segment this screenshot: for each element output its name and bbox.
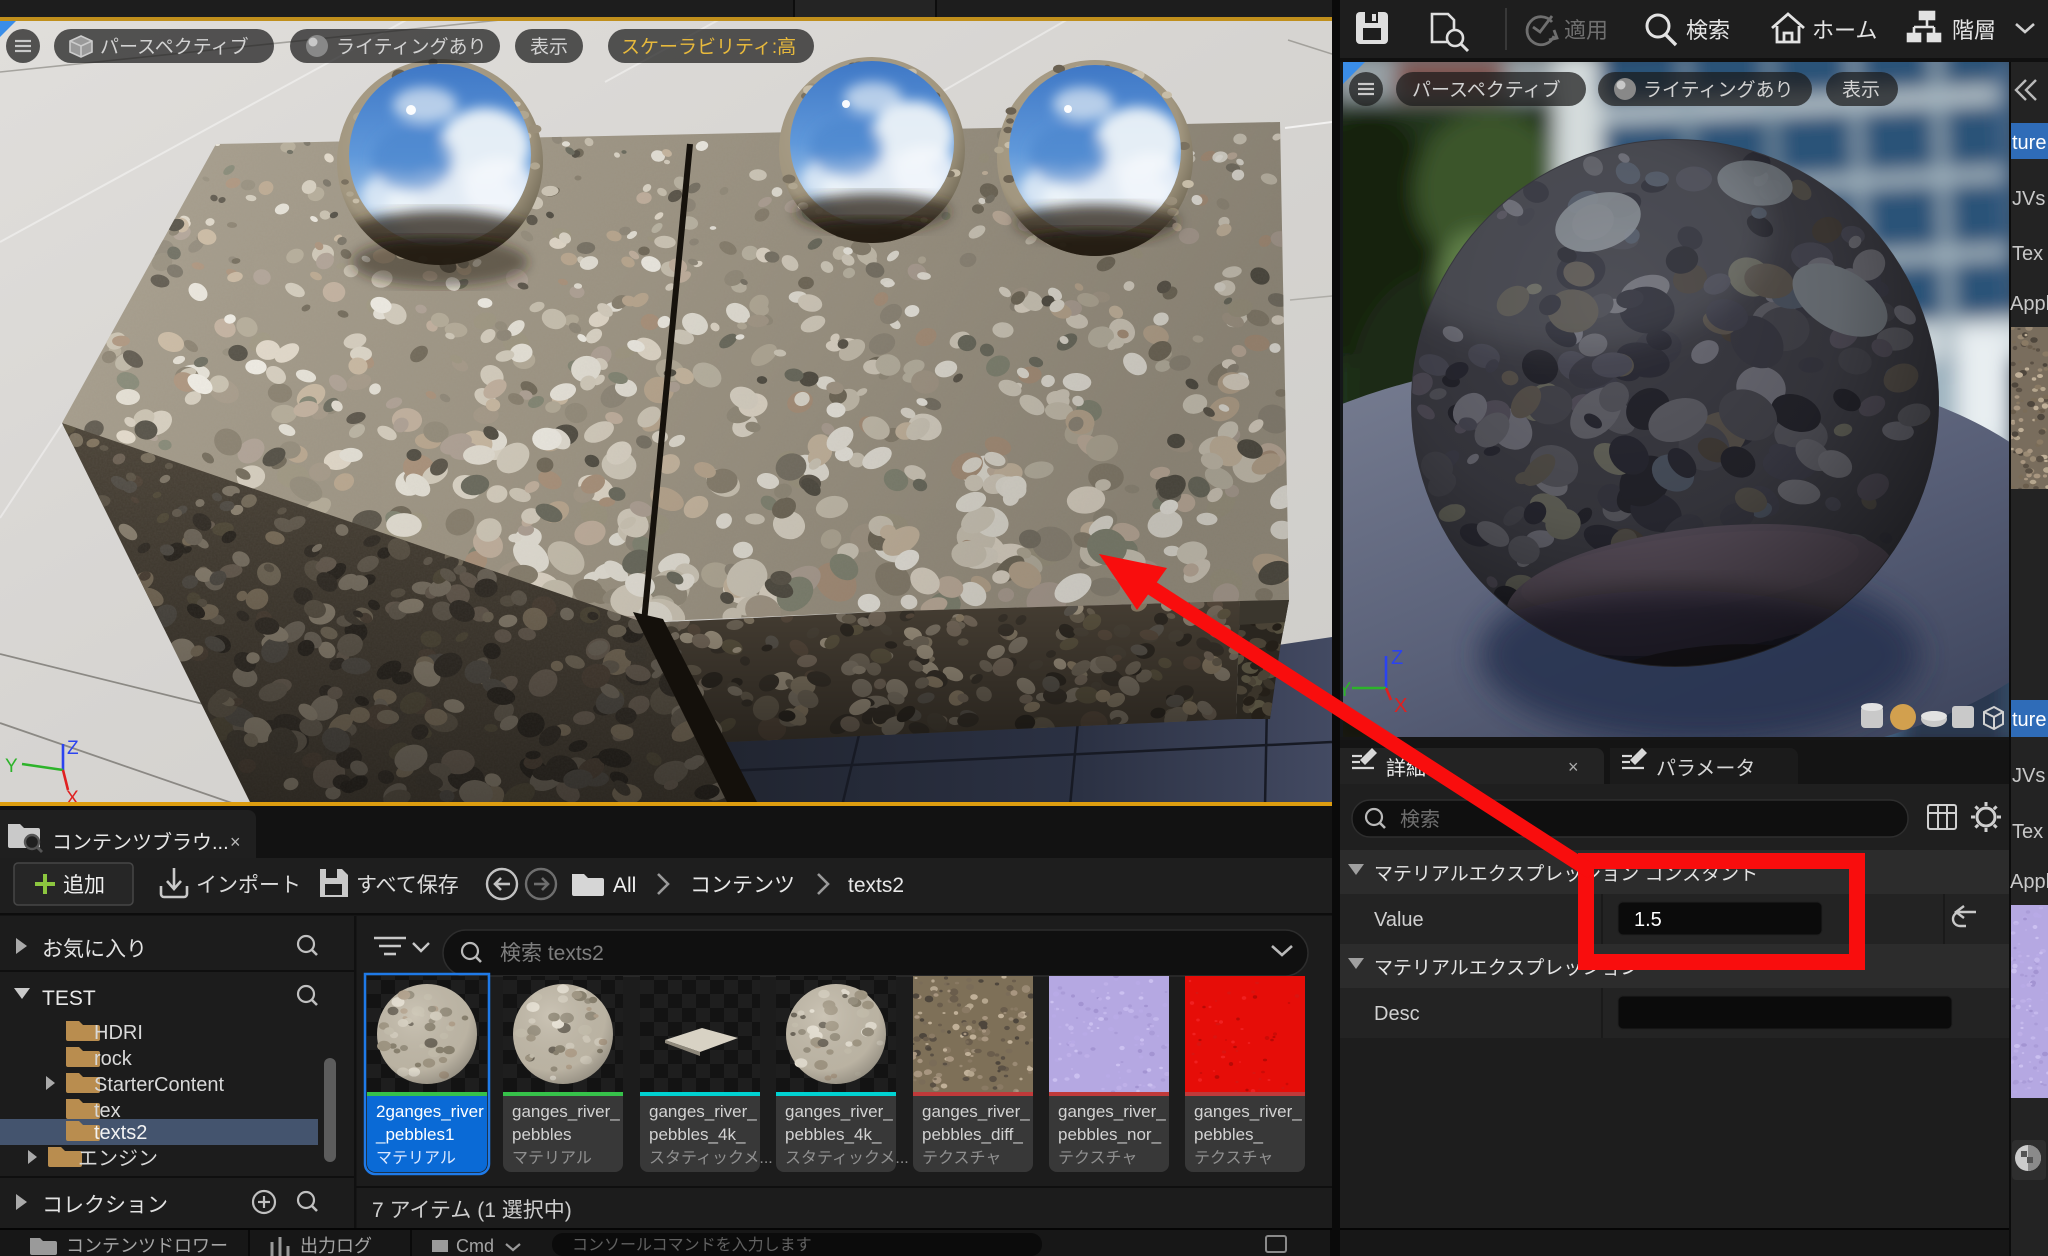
svg-text:X: X	[1394, 695, 1407, 717]
svg-text:追加: 追加	[63, 874, 105, 897]
svg-text:pebbles_4k_: pebbles_4k_	[785, 1125, 882, 1144]
svg-text:ture: ture	[2012, 132, 2046, 154]
svg-text:rock: rock	[94, 1048, 133, 1070]
svg-text:検索: 検索	[1400, 808, 1440, 831]
svg-text:All: All	[613, 874, 636, 897]
svg-text:ganges_river_: ganges_river_	[1058, 1102, 1166, 1121]
svg-text:すべて保存: すべて保存	[356, 874, 459, 897]
svg-text:適用: 適用	[1564, 18, 1608, 43]
svg-text:検索: 検索	[1686, 18, 1730, 43]
svg-text:テクスチャ: テクスチャ	[1058, 1149, 1137, 1167]
svg-text:ganges_river_: ganges_river_	[649, 1102, 757, 1121]
svg-text:ganges_river_: ganges_river_	[512, 1102, 620, 1121]
svg-text:_pebbles1: _pebbles1	[375, 1125, 454, 1144]
svg-text:コンテンツドロワー: コンテンツドロワー	[66, 1236, 228, 1256]
svg-text:pebbles_4k_: pebbles_4k_	[649, 1125, 746, 1144]
svg-text:マテリアル: マテリアル	[512, 1150, 592, 1167]
svg-text:pebbles_diff_: pebbles_diff_	[922, 1125, 1023, 1144]
svg-text:パラメータ: パラメータ	[1656, 757, 1755, 780]
svg-text:ture: ture	[2012, 709, 2046, 731]
svg-text:パースペクティブ: パースペクティブ	[1412, 78, 1561, 101]
svg-text:StarterContent: StarterContent	[94, 1074, 225, 1096]
svg-text:×: ×	[230, 832, 241, 852]
svg-text:Tex: Tex	[2012, 243, 2043, 265]
svg-text:ganges_river_: ganges_river_	[1194, 1102, 1302, 1121]
svg-text:texts2: texts2	[848, 874, 904, 897]
svg-text:JVs: JVs	[2012, 188, 2045, 210]
svg-text:×: ×	[1568, 757, 1579, 777]
svg-text:pebbles_: pebbles_	[1194, 1125, 1264, 1144]
svg-text:Z: Z	[1391, 647, 1403, 669]
svg-text:Y: Y	[5, 756, 18, 777]
svg-text:TEST: TEST	[42, 987, 96, 1010]
svg-text:お気に入り: お気に入り	[42, 938, 147, 961]
svg-text:表示: 表示	[530, 36, 568, 58]
svg-text:7 アイテム (1 選択中): 7 アイテム (1 選択中)	[372, 1199, 572, 1222]
svg-text:マテリアル: マテリアル	[376, 1150, 456, 1167]
svg-text:tex: tex	[94, 1100, 121, 1122]
svg-text:出力ログ: 出力ログ	[300, 1236, 372, 1256]
svg-text:階層: 階層	[1952, 18, 1996, 43]
svg-text:Cmd: Cmd	[456, 1236, 494, 1256]
svg-text:Desc: Desc	[1374, 1003, 1420, 1025]
svg-text:ganges_river_: ganges_river_	[785, 1102, 893, 1121]
svg-text:Value: Value	[1374, 909, 1424, 931]
svg-text:ganges_river_: ganges_river_	[922, 1102, 1030, 1121]
svg-text:texts2: texts2	[94, 1122, 147, 1144]
svg-text:コンソールコマンドを入力します: コンソールコマンドを入力します	[572, 1236, 812, 1254]
svg-text:Z: Z	[67, 738, 79, 759]
svg-text:表示: 表示	[1842, 79, 1880, 101]
svg-text:検索 texts2: 検索 texts2	[500, 942, 604, 965]
svg-text:JVs: JVs	[2012, 765, 2045, 787]
svg-text:ライティングあり: ライティングあり	[1643, 79, 1793, 101]
svg-text:スタティックメ...: スタティックメ...	[785, 1149, 909, 1167]
svg-text:2ganges_river: 2ganges_river	[376, 1102, 484, 1121]
svg-text:コンテンツブラウ...: コンテンツブラウ...	[52, 830, 229, 854]
svg-text:Appl: Appl	[2010, 293, 2048, 315]
svg-text:pebbles_nor_: pebbles_nor_	[1058, 1125, 1162, 1144]
svg-text:HDRI: HDRI	[94, 1022, 143, 1044]
svg-text:スケーラビリティ:高: スケーラビリティ:高	[621, 36, 796, 58]
svg-text:エンジン: エンジン	[78, 1148, 158, 1170]
svg-text:pebbles: pebbles	[512, 1125, 572, 1144]
svg-text:テクスチャ: テクスチャ	[1194, 1149, 1273, 1167]
svg-text:スタティックメ...: スタティックメ...	[649, 1149, 773, 1167]
svg-text:ホーム: ホーム	[1812, 18, 1877, 43]
svg-text:1.5: 1.5	[1634, 909, 1662, 931]
svg-text:Appl: Appl	[2010, 871, 2048, 893]
svg-text:インポート: インポート	[196, 874, 301, 897]
svg-text:コレクション: コレクション	[42, 1194, 168, 1217]
svg-text:Tex: Tex	[2012, 821, 2043, 843]
svg-text:テクスチャ: テクスチャ	[922, 1149, 1001, 1167]
svg-text:ライティングあり: ライティングあり	[336, 36, 486, 58]
svg-text:パースペクティブ: パースペクティブ	[100, 35, 249, 58]
svg-text:コンテンツ: コンテンツ	[690, 874, 795, 897]
